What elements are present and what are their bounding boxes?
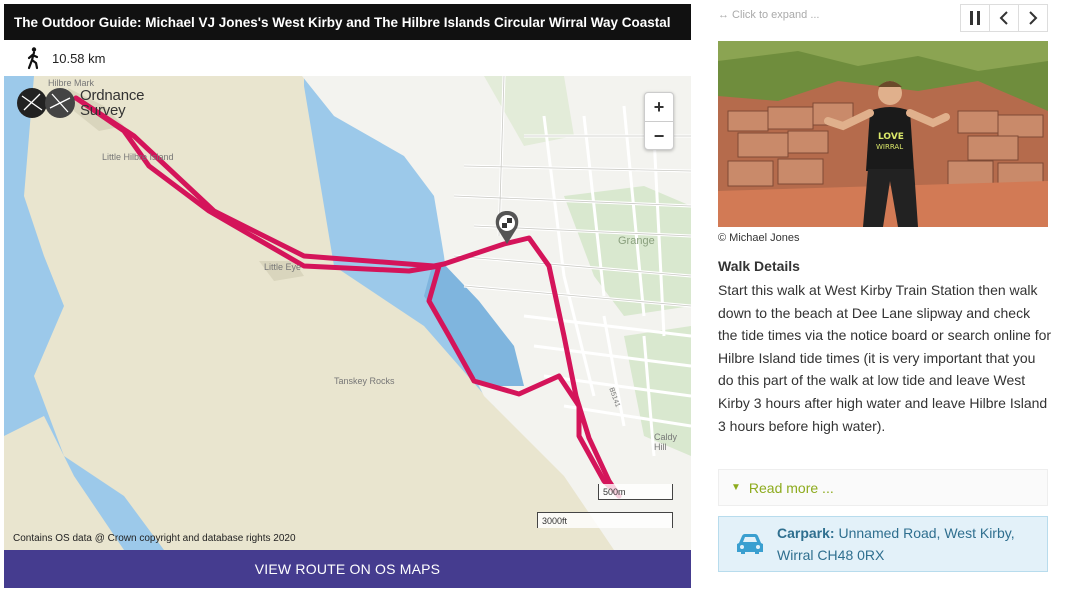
pause-button[interactable] [960,4,990,32]
os-logo-mark-icon [17,88,75,118]
route-map[interactable]: Ordnance Survey Hilbre Mark Little Hilbr… [4,76,691,550]
map-label-caldy: Caldy Hill [654,432,678,452]
chevron-right-icon [1029,11,1038,25]
carpark-label: Carpark: [777,525,835,541]
svg-text:LOVE: LOVE [878,132,904,142]
map-label-little-eye: Little Eye [264,262,302,272]
chevron-left-icon [999,11,1008,25]
chevron-down-icon: ▼ [731,482,741,493]
walk-details-text: Start this walk at West Kirby Train Stat… [718,282,1052,434]
map-label-little-hilbre: Little Hilbre Island [102,152,174,162]
zoom-in-button[interactable]: + [645,93,673,121]
os-logo-text-1: Ordnance [80,87,145,104]
page-title: The Outdoor Guide: Michael VJ Jones's We… [4,4,691,40]
map-zoom-control: + − [644,92,674,150]
svg-text:WIRRAL: WIRRAL [876,143,903,151]
scale-imperial: 3000ft [537,512,673,528]
walk-details-heading: Walk Details [718,258,800,274]
carpark-info: Carpark: Unnamed Road, West Kirby, Wirra… [718,516,1048,572]
map-label-tanskey: Tanskey Rocks [334,376,395,386]
gallery-controls [960,4,1048,32]
walk-photo[interactable]: LOVE WIRRAL [718,41,1048,227]
previous-button[interactable] [989,4,1019,32]
expand-hint[interactable]: ↔ Click to expand ... [718,9,820,21]
map-canvas[interactable] [4,76,691,550]
carpark-text: Carpark: Unnamed Road, West Kirby, Wirra… [777,522,1047,566]
os-logo-text-2: Survey [80,102,126,119]
pause-icon [970,11,980,25]
scale-metric: 500m [598,484,673,500]
ordnance-survey-logo: Ordnance Survey [16,86,144,120]
map-label-grange: Grange [618,235,655,247]
view-route-os-maps-button[interactable]: View route on OS Maps [4,550,691,588]
zoom-out-button[interactable]: − [645,121,673,150]
walking-person-icon [27,47,39,70]
photo-image: LOVE WIRRAL [718,41,1048,227]
read-more-label: Read more ... [748,479,834,496]
next-button[interactable] [1018,4,1048,32]
car-icon [737,534,763,554]
map-label-hilbre-mark: Hilbre Mark [48,78,95,88]
read-more-button[interactable]: ▼ Read more ... [718,469,1048,506]
distance-row: 10.58 km [4,40,691,76]
map-copyright: Contains OS data @ Crown copyright and d… [13,533,296,544]
distance-value: 10.58 km [52,50,106,66]
photo-credit: © Michael Jones [718,232,800,244]
